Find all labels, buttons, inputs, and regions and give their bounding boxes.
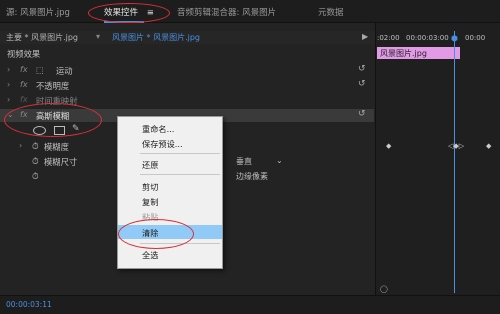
param-label: 模糊尺寸 bbox=[44, 157, 78, 167]
expand-arrow-icon[interactable]: › bbox=[7, 80, 10, 89]
tab-menu-icon[interactable]: ≡ bbox=[147, 8, 154, 18]
dropdown-arrow-icon[interactable]: ▾ bbox=[96, 32, 100, 41]
menu-item-copy[interactable]: 复制 bbox=[118, 194, 222, 208]
effect-row-time-remap[interactable]: › fx 时间重映射 bbox=[0, 94, 374, 107]
menu-item-paste: 粘贴 bbox=[142, 212, 159, 222]
fx-icon[interactable]: fx bbox=[20, 80, 28, 89]
tick-label: :02:00 bbox=[377, 34, 400, 42]
stopwatch-icon[interactable]: ⏱ bbox=[32, 156, 38, 167]
time-ruler[interactable]: :02:00 00:00:03:00 00:00 bbox=[376, 31, 500, 45]
tab-effect-controls[interactable]: 效果控件 ≡ bbox=[104, 6, 154, 23]
section-title: 视频效果 bbox=[7, 49, 41, 59]
fx-icon[interactable]: fx bbox=[20, 110, 28, 119]
effect-label: 运动 bbox=[56, 66, 73, 76]
tab-source[interactable]: 源: 风景图片.jpg bbox=[6, 6, 70, 18]
menu-item-reset[interactable]: 还原 bbox=[118, 157, 222, 171]
menu-separator bbox=[140, 243, 220, 244]
play-triangle-icon[interactable]: ▶ bbox=[362, 32, 368, 41]
fx-icon[interactable]: fx bbox=[20, 65, 28, 74]
tab-metadata[interactable]: 元数据 bbox=[318, 6, 344, 18]
collapse-arrow-icon[interactable]: ⌄ bbox=[7, 110, 14, 119]
clip-selector-row: 主要 * 风景图片.jpg ▾ 风景图片 * 风景图片.jpg ▶ bbox=[0, 31, 375, 44]
effect-timeline: :02:00 00:00:03:00 00:00 风景图片.jpg ⬢ ◆ ◁◆… bbox=[375, 23, 500, 295]
blur-dimensions-dropdown[interactable]: 垂直 bbox=[236, 156, 252, 167]
playhead[interactable] bbox=[454, 31, 455, 293]
menu-item-clear[interactable]: 清除 bbox=[118, 225, 222, 239]
rectangle-mask-icon[interactable] bbox=[54, 126, 65, 135]
dropdown-value: 垂直 bbox=[236, 157, 252, 166]
timecode-display[interactable]: 00:00:03:11 bbox=[6, 300, 52, 309]
context-menu: 重命名... 保存预设... 还原 剪切 复制 粘贴 清除 全选 bbox=[117, 116, 223, 269]
playhead-handle-icon[interactable]: ⬢ bbox=[451, 34, 458, 43]
clip-label: 风景图片.jpg bbox=[380, 49, 427, 58]
fx-icon: fx bbox=[20, 95, 28, 104]
effect-label: 高斯模糊 bbox=[36, 111, 70, 121]
menu-item-rename[interactable]: 重命名... bbox=[118, 121, 222, 135]
ellipse-mask-icon[interactable] bbox=[33, 126, 46, 135]
video-effects-header: 视频效果 bbox=[0, 47, 374, 60]
transform-icon: ⬚ bbox=[36, 65, 44, 75]
menu-item-save-preset[interactable]: 保存预设... bbox=[118, 136, 222, 150]
keyframe-icon[interactable]: ◆ bbox=[386, 142, 391, 150]
active-tab-underline bbox=[104, 21, 144, 23]
menu-item-cut[interactable]: 剪切 bbox=[118, 179, 222, 193]
keyframe-icon[interactable]: ◆ bbox=[486, 142, 491, 150]
menu-separator bbox=[140, 174, 220, 175]
effect-row-motion[interactable]: › fx ⬚ 运动 ↺ bbox=[0, 64, 374, 77]
tab-audio-clip-mixer[interactable]: 音频剪辑混合器: 风景图片 bbox=[177, 6, 276, 18]
menu-item-select-all[interactable]: 全选 bbox=[118, 247, 222, 261]
chevron-down-icon[interactable]: ⌄ bbox=[276, 156, 283, 165]
panel-tab-bar: 源: 风景图片.jpg 效果控件 ≡ 音频剪辑混合器: 风景图片 元数据 bbox=[0, 0, 500, 23]
reset-icon[interactable]: ↺ bbox=[358, 64, 366, 74]
param-label: 模糊度 bbox=[44, 142, 69, 152]
effect-label: 时间重映射 bbox=[36, 96, 78, 106]
tick-label: 00:00 bbox=[465, 34, 486, 42]
timeline-clip[interactable]: 风景图片.jpg bbox=[377, 47, 460, 59]
tick-label: 00:00:03:00 bbox=[406, 34, 449, 42]
keyframe-nav-icon[interactable]: ◁◆▷ bbox=[448, 142, 464, 150]
repeat-edge-pixels-checkbox-label[interactable]: 边缘像素 bbox=[236, 171, 268, 182]
master-clip-label[interactable]: 主要 * 风景图片.jpg bbox=[6, 32, 78, 43]
stopwatch-icon[interactable]: ⏱ bbox=[32, 171, 38, 182]
expand-arrow-icon[interactable]: › bbox=[7, 65, 10, 74]
effect-row-opacity[interactable]: › fx 不透明度 ↺ bbox=[0, 79, 374, 92]
expand-arrow-icon[interactable]: › bbox=[19, 141, 22, 150]
menu-separator bbox=[140, 153, 220, 154]
effect-label: 不透明度 bbox=[36, 81, 70, 91]
reset-icon[interactable]: ↺ bbox=[358, 109, 366, 119]
reset-icon[interactable]: ↺ bbox=[358, 79, 366, 89]
pen-mask-icon[interactable]: ✎ bbox=[72, 124, 80, 134]
expand-arrow-icon[interactable]: › bbox=[7, 95, 10, 104]
bottom-bar: 00:00:03:11 bbox=[0, 295, 500, 314]
tab-effect-controls-label: 效果控件 bbox=[104, 8, 139, 18]
sequence-clip-label[interactable]: 风景图片 * 风景图片.jpg bbox=[112, 32, 200, 43]
stopwatch-icon[interactable]: ⏱ bbox=[32, 141, 38, 152]
scroll-handle-icon[interactable]: ◯ bbox=[380, 285, 388, 293]
